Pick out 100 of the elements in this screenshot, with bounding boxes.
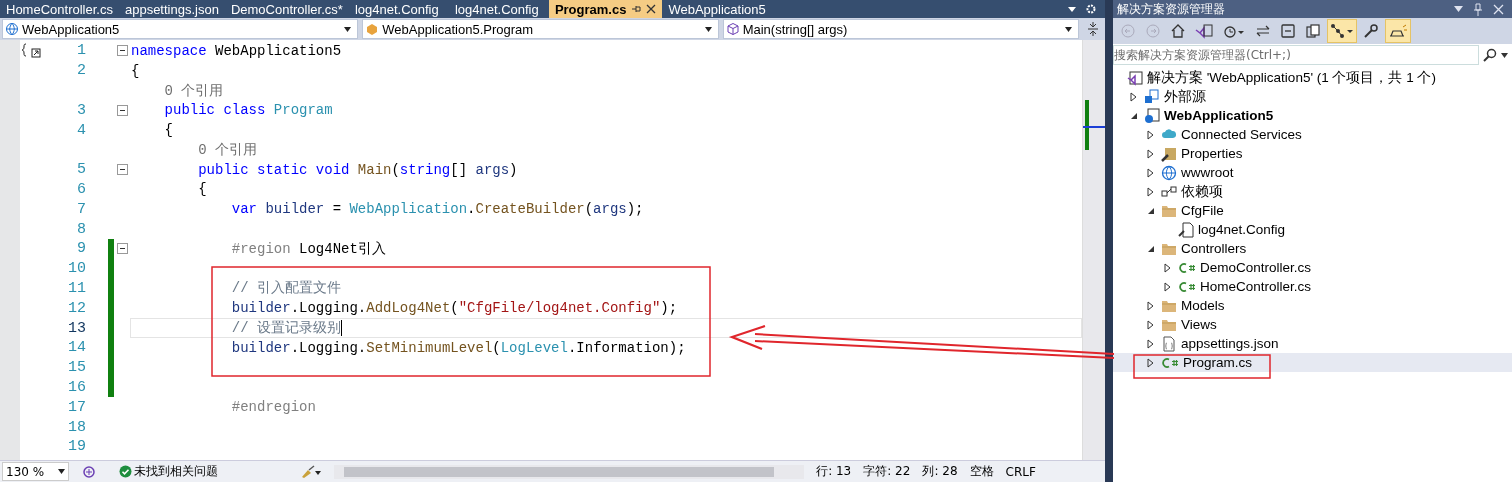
tree-item[interactable]: 解决方案 'WebApplication5' (1 个项目，共 1 个) [1113, 68, 1512, 87]
document-tab[interactable]: appsettings.json [118, 0, 225, 18]
issues-status[interactable]: 未找到相关问题 [134, 463, 219, 480]
document-tab[interactable]: log4net.Config [348, 0, 449, 18]
code-line: // 设置记录级别 [230, 319, 343, 338]
braces-icon[interactable] [22, 43, 44, 59]
collapse-icon[interactable] [117, 45, 128, 57]
caret-icon [704, 26, 712, 32]
navigation-dropdown[interactable]: WebApplication5.Program [362, 19, 719, 39]
line-number: 7 [77, 200, 86, 218]
dropdown-icon[interactable] [1454, 6, 1463, 12]
linked-file-icon [1144, 88, 1160, 105]
tree-item[interactable]: wwwroot [1113, 163, 1512, 182]
line-number: 8 [77, 220, 86, 238]
close-icon[interactable] [646, 4, 657, 14]
vertical-scrollbar[interactable] [1082, 40, 1105, 460]
collapse-all-icon [1280, 23, 1296, 39]
char-position: 字符: 22 [863, 463, 911, 480]
code-line: // 引入配置文件 [230, 279, 342, 298]
collapsed-arrow-icon[interactable] [1147, 148, 1154, 159]
tree-item[interactable]: 依赖项 [1113, 182, 1512, 201]
tree-item[interactable]: appsettings.json [1113, 334, 1512, 353]
tree-item[interactable]: Connected Services [1113, 125, 1512, 144]
tree-item[interactable]: DemoController.cs [1113, 258, 1512, 277]
preview-button[interactable] [1385, 19, 1411, 43]
tree-item[interactable]: log4net.Config [1113, 220, 1512, 239]
settings-icon[interactable] [1085, 3, 1097, 15]
copy-icon [1305, 23, 1321, 39]
expanded-arrow-icon[interactable] [1146, 244, 1155, 253]
pin-icon[interactable] [631, 4, 642, 14]
tree-item[interactable]: HomeController.cs [1113, 277, 1512, 296]
json-file-icon [1161, 335, 1177, 352]
line-number: 10 [68, 260, 86, 278]
collapse-icon[interactable] [117, 164, 128, 176]
reference-count[interactable]: 0 个引用 [131, 140, 257, 159]
horizontal-scrollbar[interactable] [334, 464, 805, 479]
line-number: 16 [68, 378, 86, 396]
collapsed-arrow-icon[interactable] [1164, 281, 1171, 292]
tree-item[interactable]: WebApplication5 [1113, 106, 1512, 125]
check-icon [119, 465, 133, 478]
panel-title: 解决方案资源管理器 [1117, 0, 1225, 18]
collapsed-arrow-icon[interactable] [1147, 300, 1154, 311]
dropdown-icon[interactable] [1067, 5, 1077, 13]
collapsed-arrow-icon[interactable] [1130, 91, 1137, 102]
collapsed-arrow-icon[interactable] [1147, 167, 1154, 178]
expanded-arrow-icon[interactable] [1146, 206, 1155, 215]
switch-view-icon [1195, 23, 1213, 39]
tree-item[interactable]: Views [1113, 315, 1512, 334]
line-ending[interactable]: CRLF [1005, 464, 1036, 479]
code-line: public class Program [163, 102, 333, 119]
collapse-icon[interactable] [117, 104, 128, 116]
collapsed-arrow-icon[interactable] [1147, 338, 1154, 349]
line-number: 1 [77, 42, 86, 60]
zoom-dropdown[interactable]: 130 % [2, 462, 70, 481]
tree-view-button[interactable] [1327, 19, 1357, 43]
code-line: { [163, 122, 173, 139]
line-number: 14 [68, 339, 86, 357]
caret-icon[interactable] [1501, 52, 1508, 58]
tree-item[interactable]: Properties [1113, 144, 1512, 163]
document-tab[interactable]: HomeController.cs [0, 0, 119, 18]
caret-icon [58, 469, 66, 474]
expanded-arrow-icon[interactable] [1129, 111, 1138, 120]
collapsed-arrow-icon[interactable] [1147, 186, 1154, 197]
document-tab[interactable]: DemoController.cs* [224, 0, 349, 18]
search-field[interactable]: 搜索解决方案资源管理器(Ctrl+;) [1113, 45, 1479, 65]
code-line: namespace WebApplication5 [131, 42, 342, 59]
navigation-dropdown[interactable]: Main(string[] args) [722, 19, 1079, 39]
collapsed-arrow-icon[interactable] [1147, 357, 1154, 368]
document-tab[interactable]: log4net.Config [448, 0, 549, 18]
code-line: var builder = WebApplication.CreateBuilder(args); [230, 201, 644, 218]
split-icon[interactable] [1087, 22, 1099, 36]
solution-icon [1127, 69, 1143, 86]
collapsed-arrow-icon[interactable] [1164, 262, 1171, 273]
cube-icon [725, 22, 740, 36]
collapse-icon[interactable] [117, 243, 128, 255]
line-number: 19 [68, 438, 86, 456]
search-icon[interactable] [1483, 48, 1497, 62]
tree-item[interactable]: CfgFile [1113, 201, 1512, 220]
collapsed-arrow-icon[interactable] [1147, 129, 1154, 140]
tree-item[interactable]: Models [1113, 296, 1512, 315]
indent-mode[interactable]: 空格 [969, 463, 994, 480]
home-icon [1170, 23, 1186, 39]
tree-item[interactable]: Controllers [1113, 239, 1512, 258]
document-tab[interactable]: Program.cs [548, 0, 663, 18]
tree-item[interactable]: Program.cs [1113, 353, 1512, 372]
column-position: 列: 28 [922, 463, 958, 480]
class-icon [365, 22, 380, 36]
reference-count[interactable]: 0 个引用 [131, 81, 224, 100]
globe-icon [1161, 164, 1177, 181]
code-line: { [131, 62, 140, 79]
line-position: 行: 13 [816, 463, 852, 480]
tree-item[interactable]: 外部源 [1113, 87, 1512, 106]
navigation-dropdown[interactable]: WebApplication5 [2, 19, 359, 39]
config-file-icon [1178, 221, 1194, 238]
line-number: 12 [68, 299, 86, 317]
document-tab[interactable]: WebApplication5 [662, 0, 772, 18]
line-number: 17 [68, 398, 86, 416]
collapsed-arrow-icon[interactable] [1147, 319, 1154, 330]
brush-icon[interactable] [300, 464, 323, 479]
code-line: #region Log4Net引入 [230, 239, 386, 258]
